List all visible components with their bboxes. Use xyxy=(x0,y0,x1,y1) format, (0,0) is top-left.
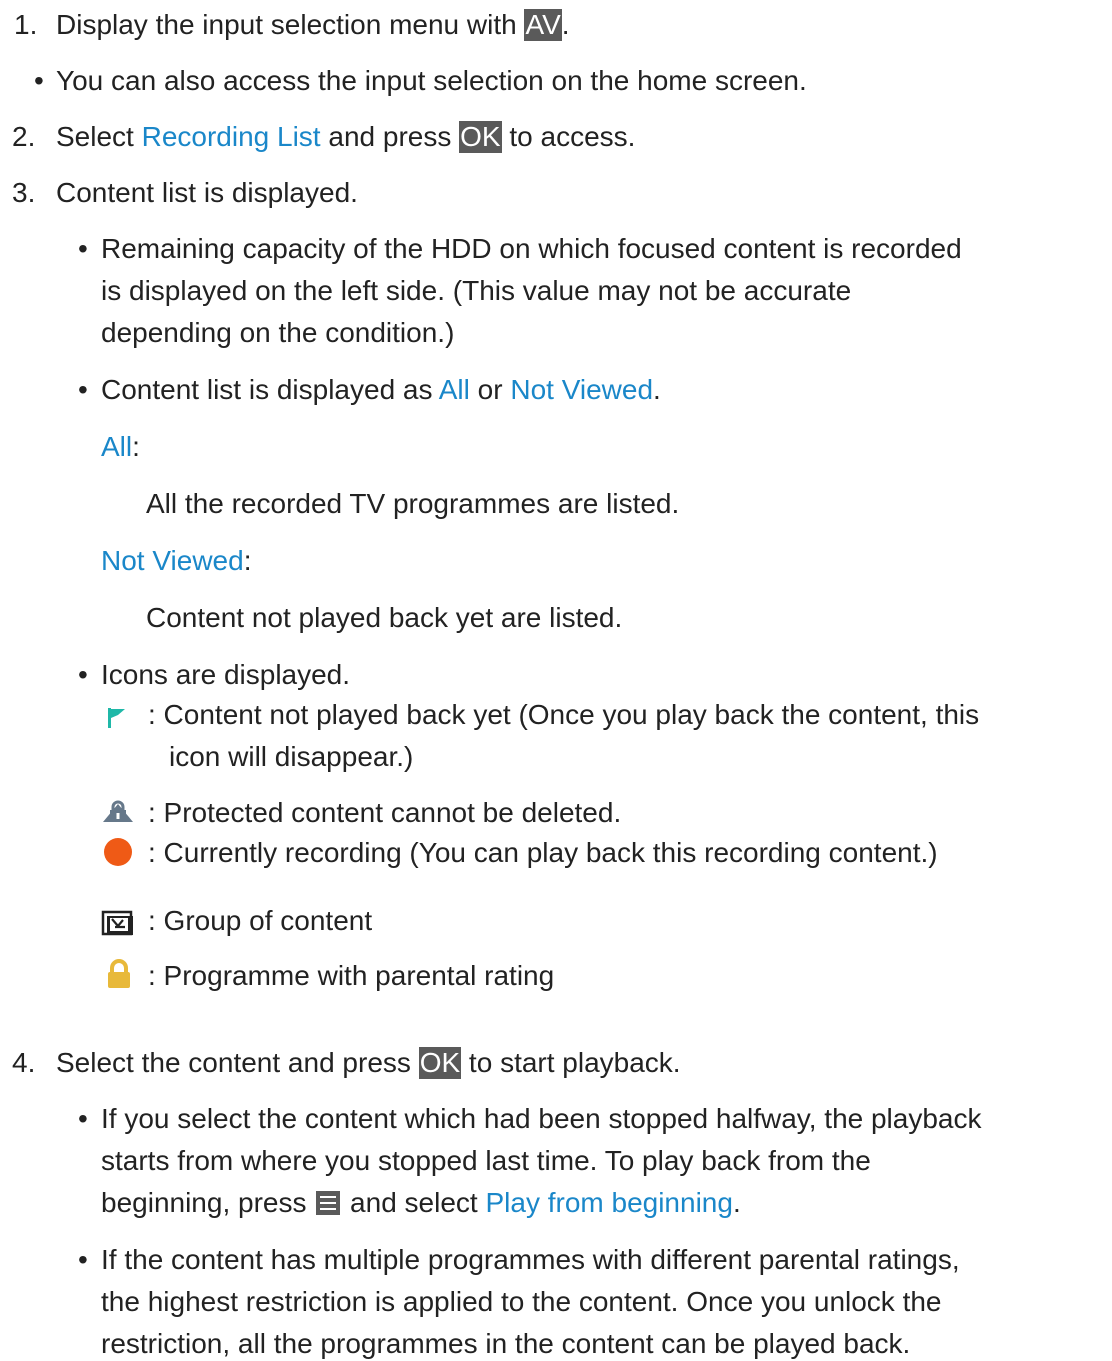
parental-line-1: If the content has multiple programmes w… xyxy=(101,1244,960,1275)
halfway-post: . xyxy=(732,1187,741,1218)
play-from-beginning-link[interactable]: Play from beginning xyxy=(485,1187,732,1218)
not-viewed-term: Not Viewed: xyxy=(101,544,251,578)
icon-desc-5: : Programme with parental rating xyxy=(148,960,555,991)
step-number: 3. xyxy=(12,177,36,208)
step-4-pre: Select the content and press xyxy=(56,1047,419,1078)
content-list-text: Content list is displayed as All or Not … xyxy=(101,373,661,407)
remaining-line-1: Remaining capacity of the HDD on which f… xyxy=(101,233,962,264)
step-2-pre: Select xyxy=(56,121,142,152)
ok-key: OK xyxy=(459,121,502,153)
recording-list-link[interactable]: Recording List xyxy=(142,121,321,152)
remaining-line-3: depending on the condition.) xyxy=(101,317,455,348)
step-1-body: Display the input selection menu with xyxy=(56,9,525,40)
all-term-label[interactable]: All xyxy=(101,431,132,462)
home-screen-note: You can also access the input selection … xyxy=(56,65,807,96)
bullet: • xyxy=(34,65,44,96)
bullet: • xyxy=(78,374,88,405)
halfway-line-3: beginning, press and select Play from be… xyxy=(101,1186,741,1220)
icon-desc-1: : Content not played back yet (Once you … xyxy=(148,699,980,730)
av-key: AV xyxy=(524,9,562,41)
halfway-pre: beginning, press xyxy=(101,1187,315,1218)
parental-line-3: restriction, all the programmes in the c… xyxy=(101,1328,911,1359)
menu-icon xyxy=(316,1191,341,1215)
bullet: • xyxy=(78,1103,88,1134)
step-number: 4. xyxy=(12,1047,36,1078)
step-2-mid: and press xyxy=(320,121,460,152)
step-1-text: Display the input selection menu with AV… xyxy=(56,8,570,42)
all-term: All: xyxy=(101,430,140,464)
icon-desc-3: : Currently recording (You can play back… xyxy=(148,837,938,868)
content-list-post: . xyxy=(653,374,661,405)
ok-key: OK xyxy=(418,1047,462,1079)
step-3-text: Content list is displayed. xyxy=(56,177,358,208)
icon-desc-1-cont: icon will disappear.) xyxy=(169,741,414,772)
bullet: • xyxy=(78,659,88,690)
step-number: 1. xyxy=(14,9,38,40)
step-number: 2. xyxy=(12,121,36,152)
not-viewed-link[interactable]: Not Viewed xyxy=(510,374,653,405)
parental-line-2: the highest restriction is applied to th… xyxy=(101,1286,942,1317)
content-list-mid: or xyxy=(469,374,511,405)
step-4-text: Select the content and press OK to start… xyxy=(56,1046,681,1080)
term-colon: : xyxy=(243,545,252,576)
recording-dot-icon xyxy=(101,836,135,875)
all-link[interactable]: All xyxy=(439,374,470,405)
group-icon xyxy=(101,907,135,944)
not-viewed-term-desc: Content not played back yet are listed. xyxy=(146,602,623,633)
protect-lock-icon xyxy=(100,795,136,830)
halfway-line-2: starts from where you stopped last time.… xyxy=(101,1145,871,1176)
term-colon: : xyxy=(132,431,140,462)
icons-intro: Icons are displayed. xyxy=(101,659,351,690)
bullet: • xyxy=(78,1244,88,1275)
parental-lock-icon xyxy=(106,958,132,997)
content-list-pre: Content list is displayed as xyxy=(101,374,439,405)
icon-desc-4: : Group of content xyxy=(148,905,373,936)
step-2-post: to access. xyxy=(501,121,636,152)
all-term-desc: All the recorded TV programmes are liste… xyxy=(146,488,680,519)
step-4-post: to start playback. xyxy=(461,1047,681,1078)
icon-desc-2: : Protected content cannot be deleted. xyxy=(148,797,622,828)
halfway-line-1: If you select the content which had been… xyxy=(101,1103,982,1134)
not-viewed-term-label[interactable]: Not Viewed xyxy=(101,545,244,576)
remaining-line-2: is displayed on the left side. (This val… xyxy=(101,275,852,306)
step-2-text: Select Recording List and press OK to ac… xyxy=(56,120,635,154)
green-flag-icon xyxy=(106,705,128,737)
bullet: • xyxy=(78,233,88,264)
step-1-end: . xyxy=(561,9,570,40)
halfway-mid: and select xyxy=(342,1187,486,1218)
